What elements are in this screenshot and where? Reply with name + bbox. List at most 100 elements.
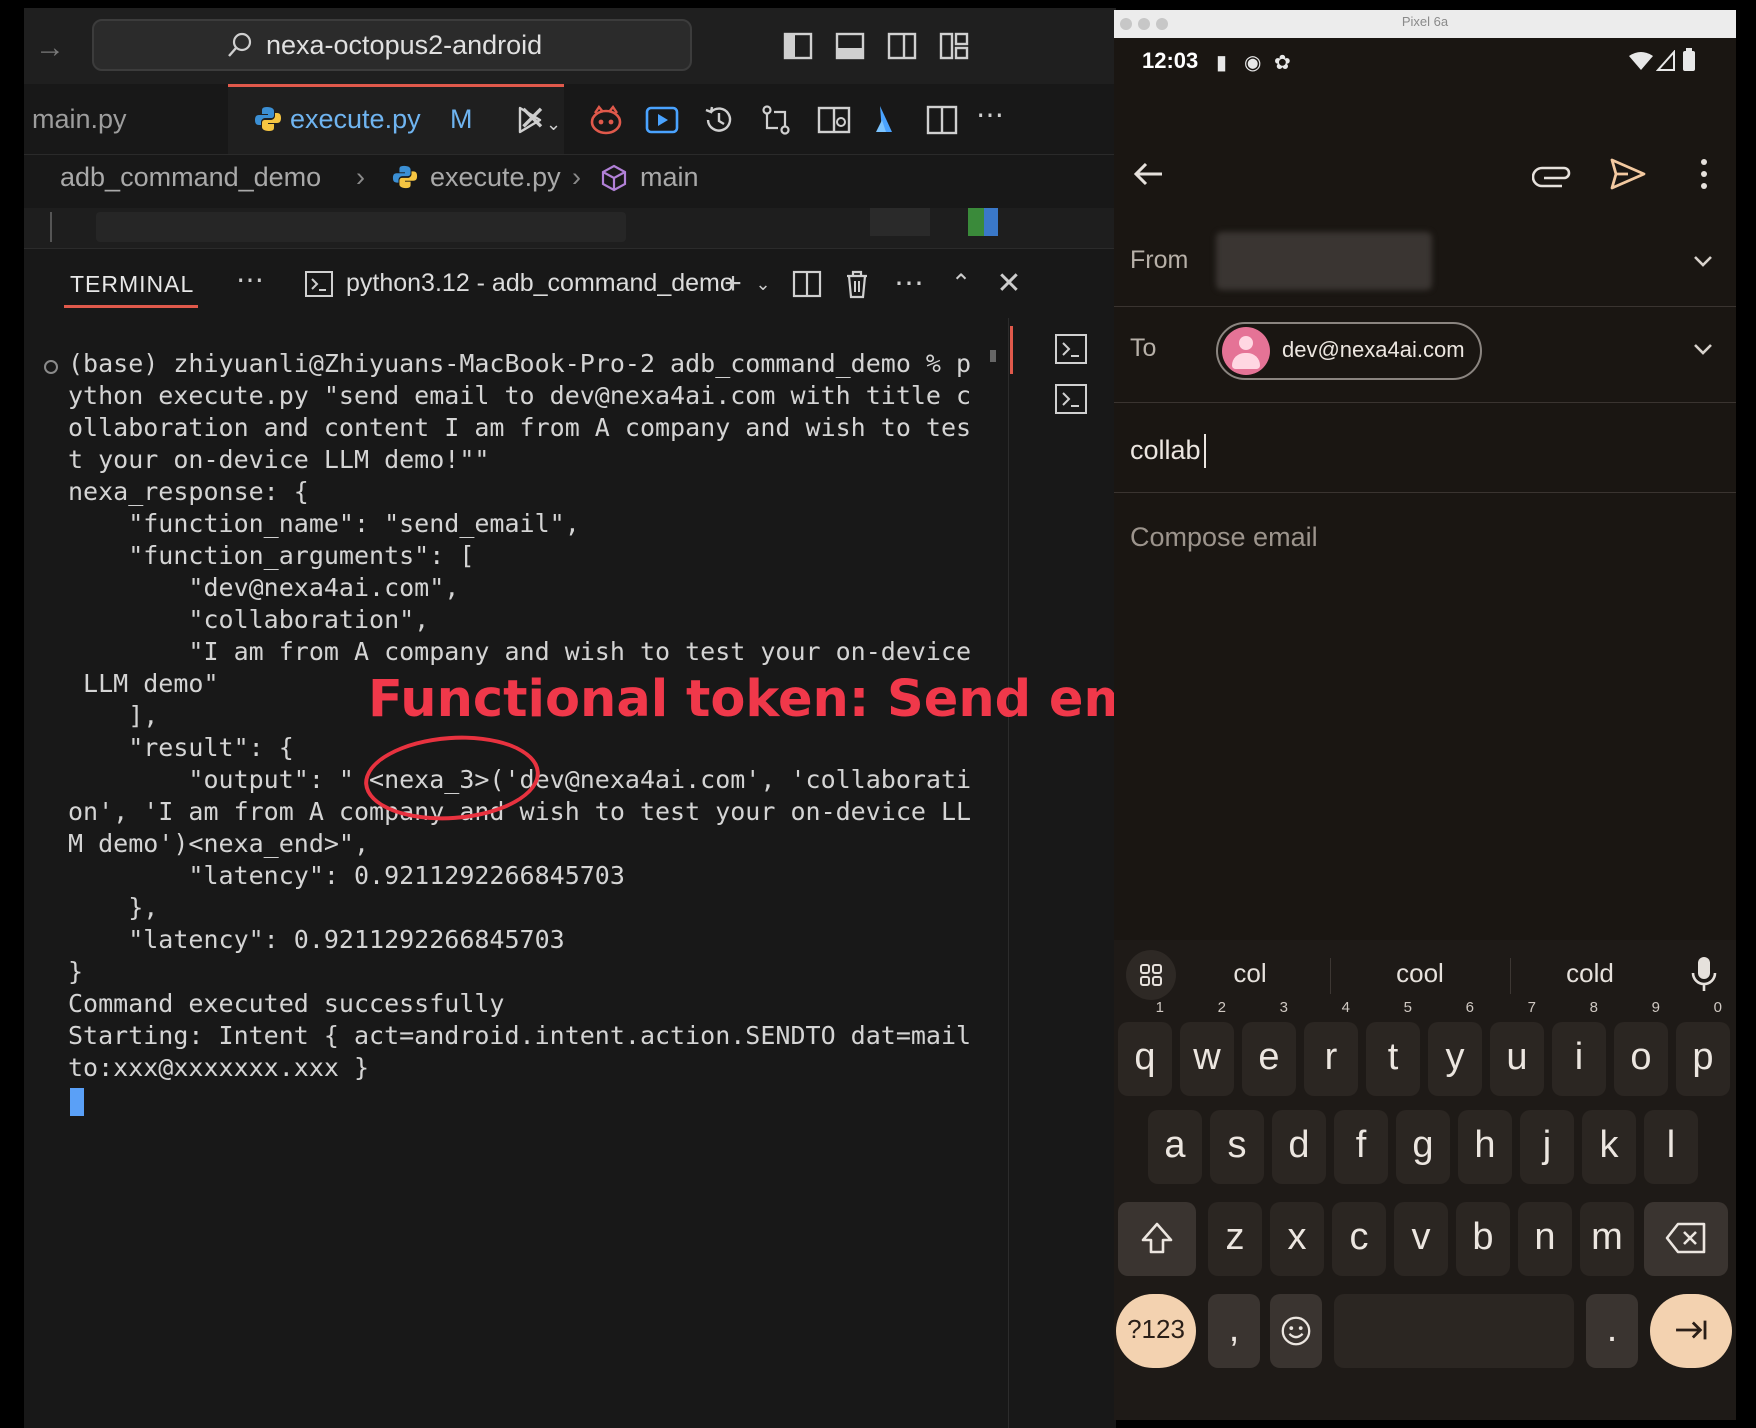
terminal-panel[interactable]: (base) zhiyuanli@Zhiyuans-MacBook-Pro-2 …: [24, 318, 1116, 1428]
key-p[interactable]: p0: [1676, 1000, 1730, 1096]
key-n[interactable]: n: [1518, 1202, 1572, 1276]
split-editor-icon[interactable]: [924, 102, 960, 138]
key-r[interactable]: r4: [1304, 1000, 1358, 1096]
comma-key[interactable]: ,: [1208, 1294, 1260, 1368]
period-key[interactable]: .: [1586, 1294, 1638, 1368]
python-file-icon: [392, 165, 418, 189]
terminal-name[interactable]: python3.12 - adb_command_demo: [346, 269, 734, 298]
key-m[interactable]: m: [1580, 1202, 1634, 1276]
suggestion-1[interactable]: col: [1180, 958, 1320, 989]
recipient-chip[interactable]: dev@nexa4ai.com: [1216, 322, 1482, 380]
emulator-title: Pixel 6a: [1401, 14, 1449, 29]
send-icon[interactable]: [1606, 152, 1650, 196]
breadcrumb-folder[interactable]: adb_command_demo: [60, 162, 321, 193]
key-d[interactable]: d: [1272, 1110, 1326, 1184]
key-y[interactable]: y6: [1428, 1000, 1482, 1096]
trash-icon[interactable]: [840, 267, 874, 301]
wifi-icon: [1629, 52, 1653, 70]
more-options-icon[interactable]: [1682, 152, 1726, 196]
from-account-redacted[interactable]: [1216, 232, 1432, 290]
next-key[interactable]: [1650, 1294, 1732, 1368]
suggestion-3[interactable]: cold: [1520, 958, 1660, 989]
toggle-primary-sidebar-icon[interactable]: [782, 30, 814, 62]
open-preview-icon[interactable]: [816, 102, 852, 138]
key-g[interactable]: g: [1396, 1110, 1450, 1184]
key-c[interactable]: c: [1332, 1202, 1386, 1276]
key-e[interactable]: e3: [1242, 1000, 1296, 1096]
chevron-down-icon[interactable]: ⌄: [746, 267, 780, 301]
key-t[interactable]: t5: [1366, 1000, 1420, 1096]
tab-terminal[interactable]: TERMINAL: [70, 271, 194, 298]
key-f[interactable]: f: [1334, 1110, 1388, 1184]
close-panel-icon[interactable]: ✕: [992, 267, 1026, 301]
microphone-icon[interactable]: [1686, 954, 1722, 994]
divider: [1330, 958, 1331, 994]
backspace-key[interactable]: [1644, 1202, 1728, 1276]
toggle-secondary-sidebar-icon[interactable]: [886, 30, 918, 62]
key-o[interactable]: o9: [1614, 1000, 1668, 1096]
key-hint: 1: [1155, 999, 1164, 1016]
key-q[interactable]: q1: [1118, 1000, 1172, 1096]
maximize-panel-icon[interactable]: ⌃: [944, 267, 978, 301]
key-w[interactable]: w2: [1180, 1000, 1234, 1096]
more-icon[interactable]: ⋯: [892, 267, 926, 301]
key-a[interactable]: a: [1148, 1110, 1202, 1184]
key-z[interactable]: z: [1208, 1202, 1262, 1276]
avatar: [1222, 327, 1270, 375]
preview-play-icon[interactable]: [644, 102, 680, 138]
suggestion-2[interactable]: cool: [1350, 958, 1490, 989]
compose-body-field[interactable]: Compose email: [1130, 522, 1318, 553]
emoji-key[interactable]: [1270, 1294, 1322, 1368]
terminal-cursor: [70, 1088, 84, 1116]
keyboard-menu-icon[interactable]: [1126, 950, 1176, 1000]
toggle-panel-icon[interactable]: [834, 30, 866, 62]
history-icon[interactable]: [700, 102, 736, 138]
key-h[interactable]: h: [1458, 1110, 1512, 1184]
more-actions-icon[interactable]: ⋯: [976, 98, 1004, 131]
extension-icon[interactable]: [868, 102, 904, 138]
tab-main-py[interactable]: main.py: [24, 84, 224, 154]
subject-field[interactable]: collab: [1130, 435, 1201, 466]
suggestion-bar: col cool cold: [1114, 940, 1736, 1012]
shift-key[interactable]: [1118, 1202, 1196, 1276]
arrow-right-icon[interactable]: →: [30, 28, 70, 68]
chevron-down-icon[interactable]: ⌄: [546, 114, 561, 135]
key-x[interactable]: x: [1270, 1202, 1324, 1276]
run-icon[interactable]: [512, 102, 548, 138]
key-s[interactable]: s: [1210, 1110, 1264, 1184]
customize-layout-icon[interactable]: [938, 30, 970, 62]
key-b[interactable]: b: [1456, 1202, 1510, 1276]
key-label: u: [1506, 1036, 1528, 1078]
key-label: e: [1258, 1036, 1280, 1078]
terminal-instance-icon[interactable]: [1054, 382, 1088, 416]
key-j[interactable]: j: [1520, 1110, 1574, 1184]
command-decoration-icon[interactable]: [44, 360, 58, 374]
symbols-key[interactable]: ?123: [1116, 1294, 1196, 1368]
chevron-down-icon[interactable]: [1686, 244, 1720, 278]
key-hint: 4: [1341, 999, 1350, 1016]
copilot-icon[interactable]: [588, 102, 624, 138]
attach-icon[interactable]: [1531, 152, 1576, 196]
compare-changes-icon[interactable]: [758, 102, 794, 138]
scrollbar[interactable]: [990, 350, 996, 362]
key-k[interactable]: k: [1582, 1110, 1636, 1184]
terminal-list: [1008, 318, 1117, 1428]
more-icon[interactable]: ⋯: [236, 263, 264, 296]
back-arrow-icon[interactable]: [1126, 152, 1170, 196]
recipient-email: dev@nexa4ai.com: [1282, 337, 1465, 362]
breadcrumb-symbol[interactable]: main: [640, 162, 699, 193]
breadcrumb-file[interactable]: execute.py: [430, 162, 561, 193]
search-text: nexa-octopus2-android: [266, 30, 543, 60]
command-center-search[interactable]: nexa-octopus2-android: [92, 19, 692, 71]
sim-icon: ▮: [1216, 52, 1228, 74]
key-u[interactable]: u7: [1490, 1000, 1544, 1096]
chevron-down-icon[interactable]: [1686, 332, 1720, 366]
key-l[interactable]: l: [1644, 1110, 1698, 1184]
terminal-instance-icon[interactable]: [1054, 332, 1088, 366]
space-key[interactable]: [1334, 1294, 1574, 1368]
new-terminal-icon[interactable]: +: [716, 267, 750, 301]
key-v[interactable]: v: [1394, 1202, 1448, 1276]
key-i[interactable]: i8: [1552, 1000, 1606, 1096]
emulator-title-bar: Pixel 6a: [1114, 10, 1736, 38]
split-terminal-icon[interactable]: [790, 267, 824, 301]
